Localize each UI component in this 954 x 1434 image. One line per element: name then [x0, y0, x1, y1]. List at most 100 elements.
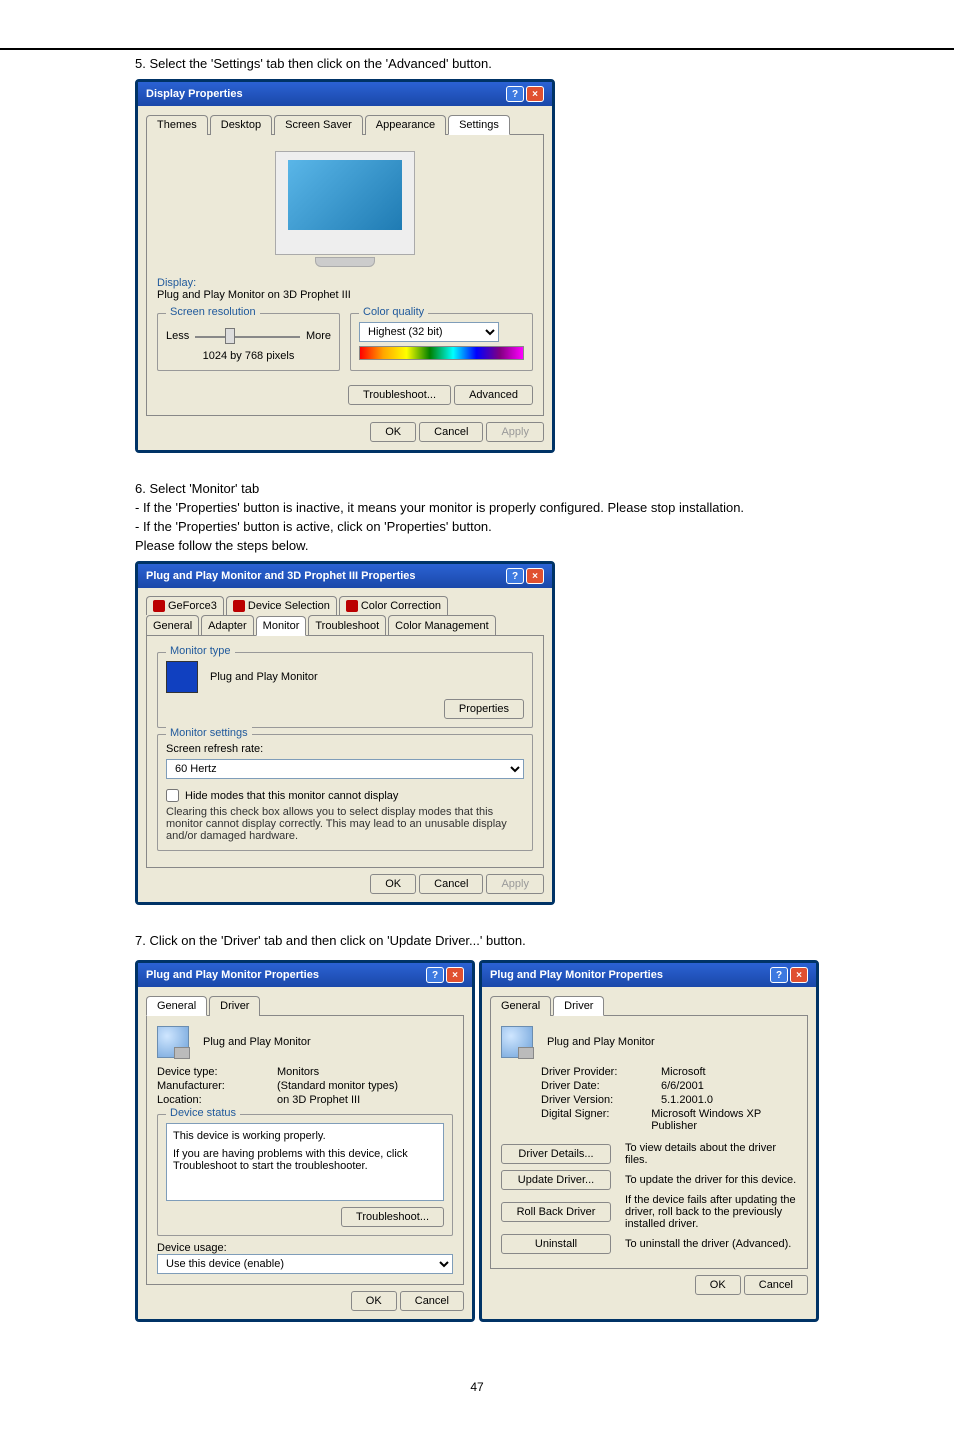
tab-settings[interactable]: Settings — [448, 115, 510, 135]
tab-device-selection[interactable]: Device Selection — [226, 596, 337, 615]
ok-button[interactable]: OK — [351, 1291, 397, 1311]
driver-version-label: Driver Version: — [541, 1094, 661, 1106]
dialog-title: Plug and Play Monitor and 3D Prophet III… — [146, 570, 416, 582]
driver-details-button[interactable]: Driver Details... — [501, 1144, 611, 1164]
location-label: Location: — [157, 1094, 277, 1106]
tab-appearance[interactable]: Appearance — [365, 115, 446, 135]
device-properties-driver-dialog: Plug and Play Monitor Properties ? × Gen… — [479, 960, 819, 1322]
close-icon[interactable]: × — [790, 967, 808, 983]
driver-provider-value: Microsoft — [661, 1066, 706, 1078]
tab-troubleshoot[interactable]: Troubleshoot — [308, 615, 386, 635]
display-label: Display: — [157, 277, 196, 289]
troubleshoot-button[interactable]: Troubleshoot... — [341, 1207, 444, 1227]
cancel-button[interactable]: Cancel — [744, 1275, 808, 1295]
dialog-titlebar: Plug and Play Monitor Properties ? × — [482, 963, 816, 987]
tab-general[interactable]: General — [146, 615, 199, 635]
location-value: on 3D Prophet III — [277, 1094, 360, 1106]
help-icon[interactable]: ? — [426, 967, 444, 983]
driver-provider-label: Driver Provider: — [541, 1066, 661, 1078]
troubleshoot-button[interactable]: Troubleshoot... — [348, 385, 451, 405]
tab-driver[interactable]: Driver — [553, 996, 604, 1016]
device-status-box[interactable]: This device is working properly. If you … — [166, 1123, 444, 1201]
uninstall-button[interactable]: Uninstall — [501, 1234, 611, 1254]
dialog-titlebar: Plug and Play Monitor Properties ? × — [138, 963, 472, 987]
tab-adapter[interactable]: Adapter — [201, 615, 254, 635]
ok-button[interactable]: OK — [370, 874, 416, 894]
hide-modes-checkbox[interactable] — [166, 789, 179, 802]
device-usage-label: Device usage: — [157, 1242, 453, 1254]
cancel-button[interactable]: Cancel — [400, 1291, 464, 1311]
dialog-title: Plug and Play Monitor Properties — [490, 969, 663, 981]
slider-less-label: Less — [166, 330, 189, 342]
step6-line1: 6. Select 'Monitor' tab — [135, 481, 819, 496]
tab-themes[interactable]: Themes — [146, 115, 208, 135]
tabs: Themes Desktop Screen Saver Appearance S… — [146, 114, 544, 135]
display-properties-dialog: Display Properties ? × Themes Desktop Sc… — [135, 79, 555, 453]
close-icon[interactable]: × — [526, 568, 544, 584]
device-icon — [501, 1026, 533, 1058]
tab-screensaver[interactable]: Screen Saver — [274, 115, 363, 135]
close-icon[interactable]: × — [446, 967, 464, 983]
driver-date-value: 6/6/2001 — [661, 1080, 704, 1092]
driver-details-text: To view details about the driver files. — [625, 1142, 797, 1166]
monitor-type-icon — [166, 661, 198, 693]
driver-version-value: 5.1.2001.0 — [661, 1094, 713, 1106]
help-icon[interactable]: ? — [506, 86, 524, 102]
ok-button[interactable]: OK — [370, 422, 416, 442]
device-usage-select[interactable]: Use this device (enable) — [157, 1254, 453, 1274]
tab-color-management[interactable]: Color Management — [388, 615, 496, 635]
tab-desktop[interactable]: Desktop — [210, 115, 272, 135]
tab-color-correction[interactable]: Color Correction — [339, 596, 448, 615]
resolution-slider[interactable] — [195, 326, 300, 346]
help-icon[interactable]: ? — [770, 967, 788, 983]
refresh-rate-label: Screen refresh rate: — [166, 743, 524, 755]
refresh-rate-select[interactable]: 60 Hertz — [166, 759, 524, 779]
apply-button: Apply — [486, 422, 544, 442]
manufacturer-value: (Standard monitor types) — [277, 1080, 398, 1092]
dialog-title: Display Properties — [146, 88, 243, 100]
device-properties-general-dialog: Plug and Play Monitor Properties ? × Gen… — [135, 960, 475, 1322]
digital-signer-label: Digital Signer: — [541, 1108, 651, 1132]
monitor-base-icon — [315, 257, 375, 267]
color-strip-icon — [359, 346, 524, 360]
dialog-titlebar: Display Properties ? × — [138, 82, 552, 106]
color-legend: Color quality — [359, 306, 428, 318]
device-type-label: Device type: — [157, 1066, 277, 1078]
device-name: Plug and Play Monitor — [547, 1036, 655, 1048]
advanced-button[interactable]: Advanced — [454, 385, 533, 405]
cancel-button[interactable]: Cancel — [419, 422, 483, 442]
page-number: 47 — [135, 1380, 819, 1394]
rollback-driver-text: If the device fails after updating the d… — [625, 1194, 797, 1230]
tab-general[interactable]: General — [146, 996, 207, 1016]
tab-general[interactable]: General — [490, 996, 551, 1016]
step6-line2: - If the 'Properties' button is inactive… — [135, 500, 819, 515]
update-driver-button[interactable]: Update Driver... — [501, 1170, 611, 1190]
nvidia-icon — [153, 600, 165, 612]
device-icon — [157, 1026, 189, 1058]
slider-more-label: More — [306, 330, 331, 342]
tab-monitor[interactable]: Monitor — [256, 616, 307, 636]
nvidia-icon — [346, 600, 358, 612]
properties-button[interactable]: Properties — [444, 699, 524, 719]
ok-button[interactable]: OK — [695, 1275, 741, 1295]
monitor-properties-dialog: Plug and Play Monitor and 3D Prophet III… — [135, 561, 555, 905]
cancel-button[interactable]: Cancel — [419, 874, 483, 894]
device-status-legend: Device status — [166, 1107, 240, 1119]
rollback-driver-button[interactable]: Roll Back Driver — [501, 1202, 611, 1222]
dialog-title: Plug and Play Monitor Properties — [146, 969, 319, 981]
tab-driver[interactable]: Driver — [209, 996, 260, 1016]
tab-geforce3[interactable]: GeForce3 — [146, 596, 224, 615]
close-icon[interactable]: × — [526, 86, 544, 102]
monitor-type-legend: Monitor type — [166, 645, 235, 657]
help-icon[interactable]: ? — [506, 568, 524, 584]
color-quality-select[interactable]: Highest (32 bit) — [359, 322, 499, 342]
apply-button: Apply — [486, 874, 544, 894]
update-driver-text: To update the driver for this device. — [625, 1174, 797, 1186]
monitor-preview-icon — [275, 151, 415, 255]
step5-text: 5. Select the 'Settings' tab then click … — [135, 56, 819, 71]
step6-line4: Please follow the steps below. — [135, 538, 819, 553]
nvidia-icon — [233, 600, 245, 612]
device-status-text: This device is working properly. — [173, 1130, 437, 1142]
dialog-titlebar: Plug and Play Monitor and 3D Prophet III… — [138, 564, 552, 588]
device-status-help: If you are having problems with this dev… — [173, 1148, 437, 1172]
